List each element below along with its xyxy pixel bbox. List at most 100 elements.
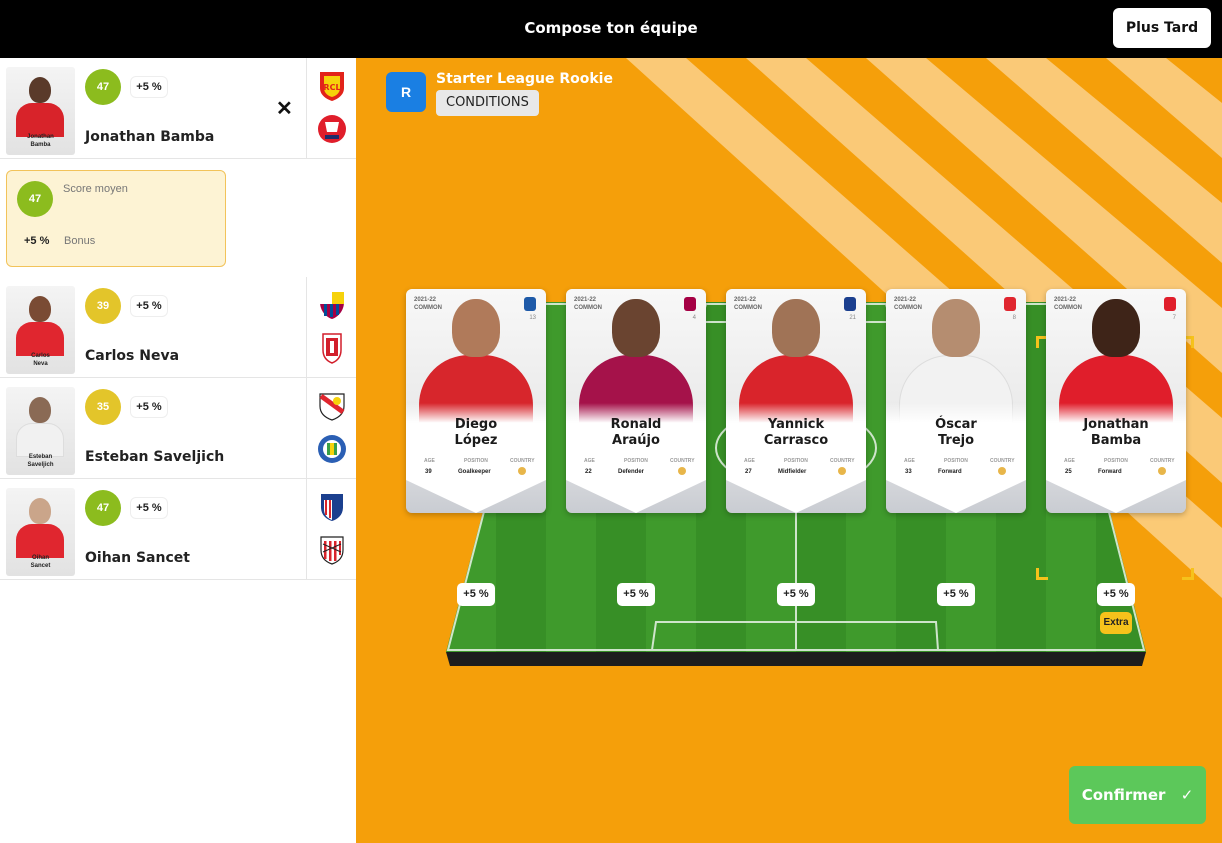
average-score-label: Score moyen: [63, 183, 128, 195]
bonus-badge: +5 %: [131, 77, 167, 97]
country-label: COUNTRY: [830, 458, 855, 464]
card-bonus-badge: +5 %: [777, 583, 815, 606]
age-value: 39: [425, 469, 432, 475]
player-photo-head: [932, 299, 980, 357]
card-bonus-badge: +5 %: [937, 583, 975, 606]
shirt-number: 13: [529, 315, 536, 321]
check-icon: ✓: [1180, 786, 1194, 804]
rc-lens-crest-icon: RCL: [320, 72, 344, 101]
country-flag-icon: [998, 467, 1006, 475]
age-value: 25: [1065, 469, 1072, 475]
close-icon[interactable]: ✕: [276, 96, 293, 121]
player-name: Jonathan Bamba: [85, 129, 215, 145]
position-value: Goalkeeper: [458, 469, 491, 475]
losc-lille-crest-icon: [318, 115, 346, 143]
player-card[interactable]: 2021-22 COMMON 21 Yannick Carrasco AGE POSITIO…: [726, 289, 866, 513]
bonus-badge: +5 %: [131, 296, 167, 316]
card-stats: AGE POSITION COUNTRY 22 Defender: [574, 458, 698, 482]
confirm-button[interactable]: Confirmer ✓: [1069, 766, 1206, 824]
bonus-label: Bonus: [64, 235, 96, 247]
player-card[interactable]: 2021-22 COMMON 4 Ronald Araújo AGE POSITION COU…: [566, 289, 706, 513]
position-label: POSITION: [1104, 458, 1128, 464]
player-thumbnail: Esteban Saveljich: [6, 387, 75, 475]
page-title: Compose ton équipe: [524, 19, 698, 37]
top-bar: Compose ton équipe Plus Tard: [0, 0, 1222, 58]
league-badge-icon: R: [386, 72, 426, 112]
position-value: Midfielder: [778, 469, 807, 475]
card-stats: AGE POSITION COUNTRY 33 Forward: [894, 458, 1018, 482]
divider: [306, 479, 307, 579]
score-badge: 47: [85, 69, 121, 105]
score-detail-card: 47 Score moyen +5 % Bonus: [6, 170, 226, 267]
player-thumbnail-name: Jonathan Bamba: [27, 134, 54, 148]
getafe-crest-icon: [318, 435, 346, 463]
league-name: Starter League Rookie: [436, 71, 613, 87]
atletico-madrid-crest-icon: [321, 494, 343, 521]
player-card[interactable]: 2021-22 COMMON 13 Diego López AGE POSITION COUN…: [406, 289, 546, 513]
age-value: 27: [745, 469, 752, 475]
player-row[interactable]: Oihan Sancet 47 +5 % Oihan Sancet: [0, 479, 356, 580]
shirt-number: 21: [849, 315, 856, 321]
player-thumbnail-name: Oihan Sancet: [30, 555, 51, 569]
divider: [306, 378, 307, 478]
player-card[interactable]: 2021-22 COMMON 7 Jonathan Bamba AGE POSITION CO…: [1046, 289, 1186, 513]
card-bonus-badge: +5 %: [457, 583, 495, 606]
card-season: 2021-22 COMMON: [894, 297, 922, 311]
card-player-name: Diego López: [454, 417, 498, 448]
score-badge: 35: [85, 389, 121, 425]
country-flag-icon: [838, 467, 846, 475]
club-crest-icon: [1164, 297, 1176, 311]
player-photo-head: [612, 299, 660, 357]
shirt-number: 8: [1012, 315, 1016, 321]
card-season: 2021-22 COMMON: [414, 297, 442, 311]
player-name: Oihan Sancet: [85, 550, 190, 566]
divider: [306, 277, 307, 377]
position-label: POSITION: [944, 458, 968, 464]
club-crest-icon: [844, 297, 856, 311]
card-player-name: Jonathan Bamba: [1083, 417, 1149, 448]
age-label: AGE: [424, 458, 435, 464]
score-badge: 47: [85, 490, 121, 526]
player-row[interactable]: Esteban Saveljich 35 +5 % Esteban Savelj…: [0, 378, 356, 479]
bonus-value: +5 %: [24, 235, 50, 247]
divider: [306, 58, 307, 158]
age-label: AGE: [584, 458, 595, 464]
position-value: Forward: [938, 469, 962, 475]
player-photo-head: [452, 299, 500, 357]
card-stats: AGE POSITION COUNTRY 25 Forward: [1054, 458, 1178, 482]
bonus-badge: +5 %: [131, 397, 167, 417]
player-card[interactable]: 2021-22 COMMON 8 Óscar Trejo AGE POSITION COUNT…: [886, 289, 1026, 513]
player-photo-head: [772, 299, 820, 357]
country-flag-icon: [678, 467, 686, 475]
later-button[interactable]: Plus Tard: [1113, 8, 1211, 48]
position-value: Defender: [618, 469, 645, 475]
player-thumbnail-name: Carlos Neva: [31, 353, 50, 367]
country-label: COUNTRY: [510, 458, 535, 464]
svg-text:RCL: RCL: [323, 83, 340, 92]
player-photo-head: [1092, 299, 1140, 357]
position-label: POSITION: [464, 458, 488, 464]
selection-corner: [1036, 568, 1048, 580]
selection-corner: [1182, 568, 1194, 580]
card-player-name: Óscar Trejo: [935, 417, 977, 448]
confirm-label: Confirmer: [1081, 786, 1166, 804]
position-label: POSITION: [624, 458, 648, 464]
player-thumbnail: Jonathan Bamba: [6, 67, 75, 155]
card-stats: AGE POSITION COUNTRY 39 Goalkeeper: [414, 458, 538, 482]
country-label: COUNTRY: [990, 458, 1015, 464]
bonus-badge: +5 %: [131, 498, 167, 518]
club-crest-icon: [1004, 297, 1016, 311]
conditions-button[interactable]: CONDITIONS: [436, 90, 539, 116]
club-crest-icon: [524, 297, 536, 311]
card-season: 2021-22 COMMON: [574, 297, 602, 311]
player-list-panel: Jonathan Bamba 47 +5 % Jonathan Bamba ✕ …: [0, 58, 356, 843]
age-value: 33: [905, 469, 912, 475]
age-label: AGE: [1064, 458, 1075, 464]
fc-barcelona-crest-icon: [320, 292, 344, 319]
player-row[interactable]: Carlos Neva 39 +5 % Carlos Neva: [0, 277, 356, 378]
player-row-selected[interactable]: Jonathan Bamba 47 +5 % Jonathan Bamba ✕ …: [0, 58, 356, 159]
extra-tag: Extra: [1100, 612, 1132, 634]
card-stats: AGE POSITION COUNTRY 27 Midfielder: [734, 458, 858, 482]
position-value: Forward: [1098, 469, 1122, 475]
player-name: Esteban Saveljich: [85, 449, 225, 465]
